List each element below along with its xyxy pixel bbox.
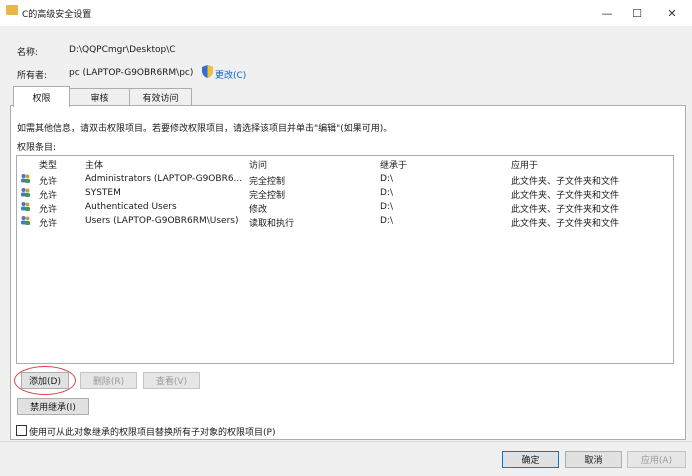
- user-group-icon: [21, 174, 30, 183]
- user-group-icon: [21, 202, 30, 211]
- name-label: 名称:: [17, 48, 39, 58]
- apply-button[interactable]: 应用(A): [627, 451, 686, 468]
- column-header-principal[interactable]: 主体: [85, 158, 103, 171]
- minimize-button[interactable]: —: [590, 0, 624, 26]
- maximize-button[interactable]: ☐: [620, 0, 654, 26]
- shield-icon: [202, 65, 213, 78]
- row-inherited-from: D:\: [380, 174, 393, 184]
- view-button[interactable]: 查看(V): [143, 372, 200, 389]
- row-principal: Users (LAPTOP-G9OBR6RM\Users): [85, 216, 239, 226]
- row-type: 允许: [39, 177, 58, 187]
- row-applies-to: 此文件夹、子文件夹和文件: [511, 191, 620, 201]
- ok-button[interactable]: 确定: [502, 451, 559, 468]
- row-access: 修改: [249, 205, 268, 215]
- window-title: C的高级安全设置: [22, 10, 92, 20]
- replace-child-permissions-checkbox[interactable]: [16, 425, 27, 436]
- row-type: 允许: [39, 191, 58, 201]
- row-access: 完全控制: [249, 177, 286, 187]
- name-value: D:\QQPCmgr\Desktop\C: [69, 45, 176, 55]
- row-access: 读取和执行: [249, 219, 295, 229]
- change-owner-link[interactable]: 更改(C): [215, 68, 246, 81]
- tab-effective-access[interactable]: 有效访问: [129, 88, 192, 106]
- cancel-button[interactable]: 取消: [565, 451, 622, 468]
- row-principal: SYSTEM: [85, 188, 121, 198]
- title-bar: C的高级安全设置 — ☐ ✕: [0, 0, 692, 26]
- owner-value: pc (LAPTOP-G9OBR6RM\pc): [69, 68, 194, 78]
- permission-entries-list[interactable]: 类型 主体 访问 继承于 应用于 允许 Administrators (LAPT…: [16, 155, 674, 364]
- column-header-applies-to[interactable]: 应用于: [511, 158, 538, 171]
- row-principal: Administrators (LAPTOP-G9OBR6...: [85, 174, 243, 184]
- close-button[interactable]: ✕: [655, 0, 689, 26]
- row-applies-to: 此文件夹、子文件夹和文件: [511, 219, 620, 229]
- folder-icon: [6, 5, 18, 15]
- user-group-icon: [21, 216, 30, 225]
- column-header-type[interactable]: 类型: [39, 158, 57, 171]
- row-inherited-from: D:\: [380, 188, 393, 198]
- row-principal: Authenticated Users: [85, 202, 177, 212]
- replace-child-permissions-label: 使用可从此对象继承的权限项目替换所有子对象的权限项目(P): [29, 428, 276, 438]
- disable-inheritance-button[interactable]: 禁用继承(I): [17, 398, 89, 415]
- entries-label: 权限条目:: [17, 143, 57, 153]
- row-type: 允许: [39, 205, 58, 215]
- tab-auditing[interactable]: 审核: [68, 88, 131, 106]
- column-header-access[interactable]: 访问: [249, 158, 267, 171]
- row-applies-to: 此文件夹、子文件夹和文件: [511, 205, 620, 215]
- owner-label: 所有者:: [17, 71, 48, 81]
- column-header-inherited-from[interactable]: 继承于: [380, 158, 407, 171]
- row-applies-to: 此文件夹、子文件夹和文件: [511, 177, 620, 187]
- add-button[interactable]: 添加(D): [21, 372, 69, 389]
- remove-button[interactable]: 删除(R): [80, 372, 137, 389]
- row-access: 完全控制: [249, 191, 286, 201]
- row-inherited-from: D:\: [380, 216, 393, 226]
- tab-permissions[interactable]: 权限: [13, 86, 70, 107]
- row-type: 允许: [39, 219, 58, 229]
- user-group-icon: [21, 188, 30, 197]
- instructions-text: 如需其他信息，请双击权限项目。若要修改权限项目，请选择该项目并单击"编辑"(如果…: [17, 124, 393, 134]
- row-inherited-from: D:\: [380, 202, 393, 212]
